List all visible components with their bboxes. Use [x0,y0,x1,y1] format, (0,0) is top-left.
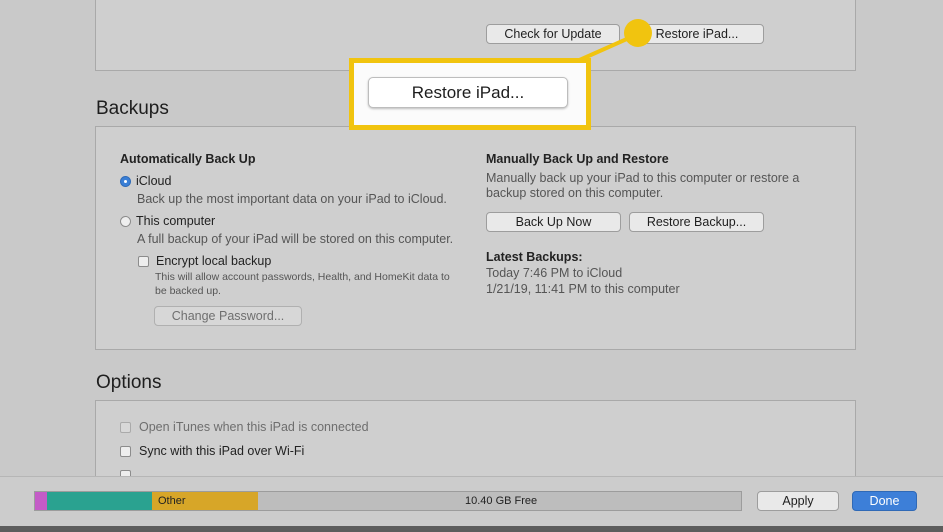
sync-wifi-checkbox[interactable] [120,446,131,457]
backups-title: Backups [96,98,169,119]
storage-other-label: Other [158,495,186,507]
options-panel [95,400,856,480]
apply-button[interactable]: Apply [757,491,839,511]
sync-wifi-label: Sync with this iPad over Wi-Fi [139,444,305,458]
options-title: Options [96,372,162,393]
encrypt-label: Encrypt local backup [156,254,272,268]
this-computer-radio[interactable] [120,216,131,227]
back-up-now-button[interactable]: Back Up Now [486,212,621,232]
restore-callout: Restore iPad... [349,58,591,130]
encrypt-description-line2: be backed up. [155,285,221,297]
this-computer-label: This computer [136,214,216,228]
open-itunes-label: Open iTunes when this iPad is connected [139,420,369,434]
auto-backup-heading: Automatically Back Up [120,152,256,166]
latest-backup-2: 1/21/19, 11:41 PM to this computer [486,282,680,296]
encrypt-description-line1: This will allow account passwords, Healt… [155,271,450,283]
manual-backup-heading: Manually Back Up and Restore [486,152,669,166]
manual-description-line2: backup stored on this computer. [486,186,664,200]
open-itunes-checkbox[interactable] [120,422,131,433]
storage-segment-purple [35,492,47,510]
this-computer-description: A full backup of your iPad will be store… [137,232,454,246]
restore-backup-button[interactable]: Restore Backup... [629,212,764,232]
latest-backups-heading: Latest Backups: [486,250,583,264]
encrypt-checkbox[interactable] [138,256,149,267]
window-bottom-edge [0,526,943,532]
storage-free-label: 10.40 GB Free [465,495,538,507]
icloud-label: iCloud [136,174,172,188]
icloud-radio[interactable] [120,176,131,187]
latest-backup-1: Today 7:46 PM to iCloud [486,266,623,280]
storage-bar: Other 10.40 GB Free [34,491,742,511]
done-button[interactable]: Done [852,491,917,511]
icloud-description: Back up the most important data on your … [137,192,447,206]
manual-description-line1: Manually back up your iPad to this compu… [486,171,800,185]
storage-segment-teal [47,492,152,510]
restore-ipad-callout-button[interactable]: Restore iPad... [368,77,568,108]
bottom-bar: Other 10.40 GB Free Apply Done [0,476,943,532]
change-password-button[interactable]: Change Password... [154,306,302,326]
